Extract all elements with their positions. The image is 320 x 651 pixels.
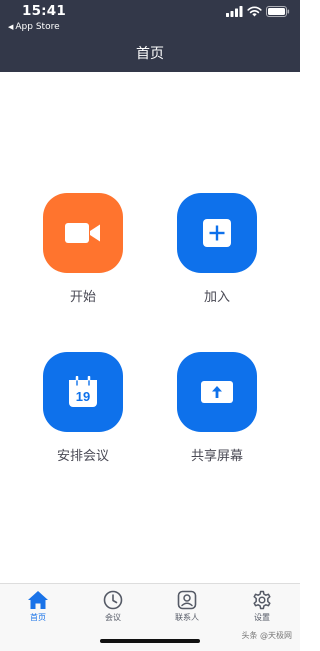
share-screen-icon [201,381,233,403]
share-screen-label: 共享屏幕 [190,449,243,464]
tab-meetings-label: 会议 [105,613,121,622]
back-triangle-icon: ◀ [8,23,14,31]
status-time: 15:41 [22,3,66,19]
start-meeting-tile[interactable]: 开始 [43,193,123,305]
share-screen-tile[interactable]: 共享屏幕 [177,352,257,464]
watermark-text: 头条 @天极网 [241,631,292,640]
tab-settings[interactable]: 设置 [232,590,292,623]
tab-meetings[interactable]: 会议 [83,590,143,623]
schedule-meeting-label: 安排会议 [56,449,109,464]
clock-icon [103,590,123,610]
battery-icon [266,6,290,17]
plus-icon [203,219,231,247]
tab-contacts-label: 联系人 [175,613,199,622]
schedule-meeting-button[interactable]: 19 [43,352,123,432]
wifi-icon [247,6,262,17]
page-title: 首页 [136,46,164,62]
home-indicator[interactable] [100,639,200,643]
join-meeting-tile[interactable]: 加入 [177,193,257,305]
start-meeting-label: 开始 [69,290,96,305]
calendar-day-number: 19 [76,389,90,404]
back-app-label: App Store [15,22,60,32]
calendar-icon: 19 [69,376,97,407]
start-meeting-button[interactable] [43,193,123,273]
tab-settings-label: 设置 [254,613,270,622]
tab-contacts[interactable]: 联系人 [157,590,217,623]
schedule-meeting-tile[interactable]: 19 安排会议 [43,352,123,464]
status-icons [226,6,290,17]
app-header: 15:41 ◀ App Store 首页 [0,0,300,72]
join-meeting-label: 加入 [203,290,230,305]
tab-home[interactable]: 首页 [8,590,68,623]
share-screen-button[interactable] [177,352,257,432]
video-camera-icon [65,223,100,243]
signal-icon [226,6,243,17]
gear-icon [253,590,271,610]
join-meeting-button[interactable] [177,193,257,273]
back-to-app-link[interactable]: ◀ App Store [8,22,60,32]
home-icon [28,591,48,609]
contact-icon [177,590,197,610]
tab-home-label: 首页 [30,613,46,622]
